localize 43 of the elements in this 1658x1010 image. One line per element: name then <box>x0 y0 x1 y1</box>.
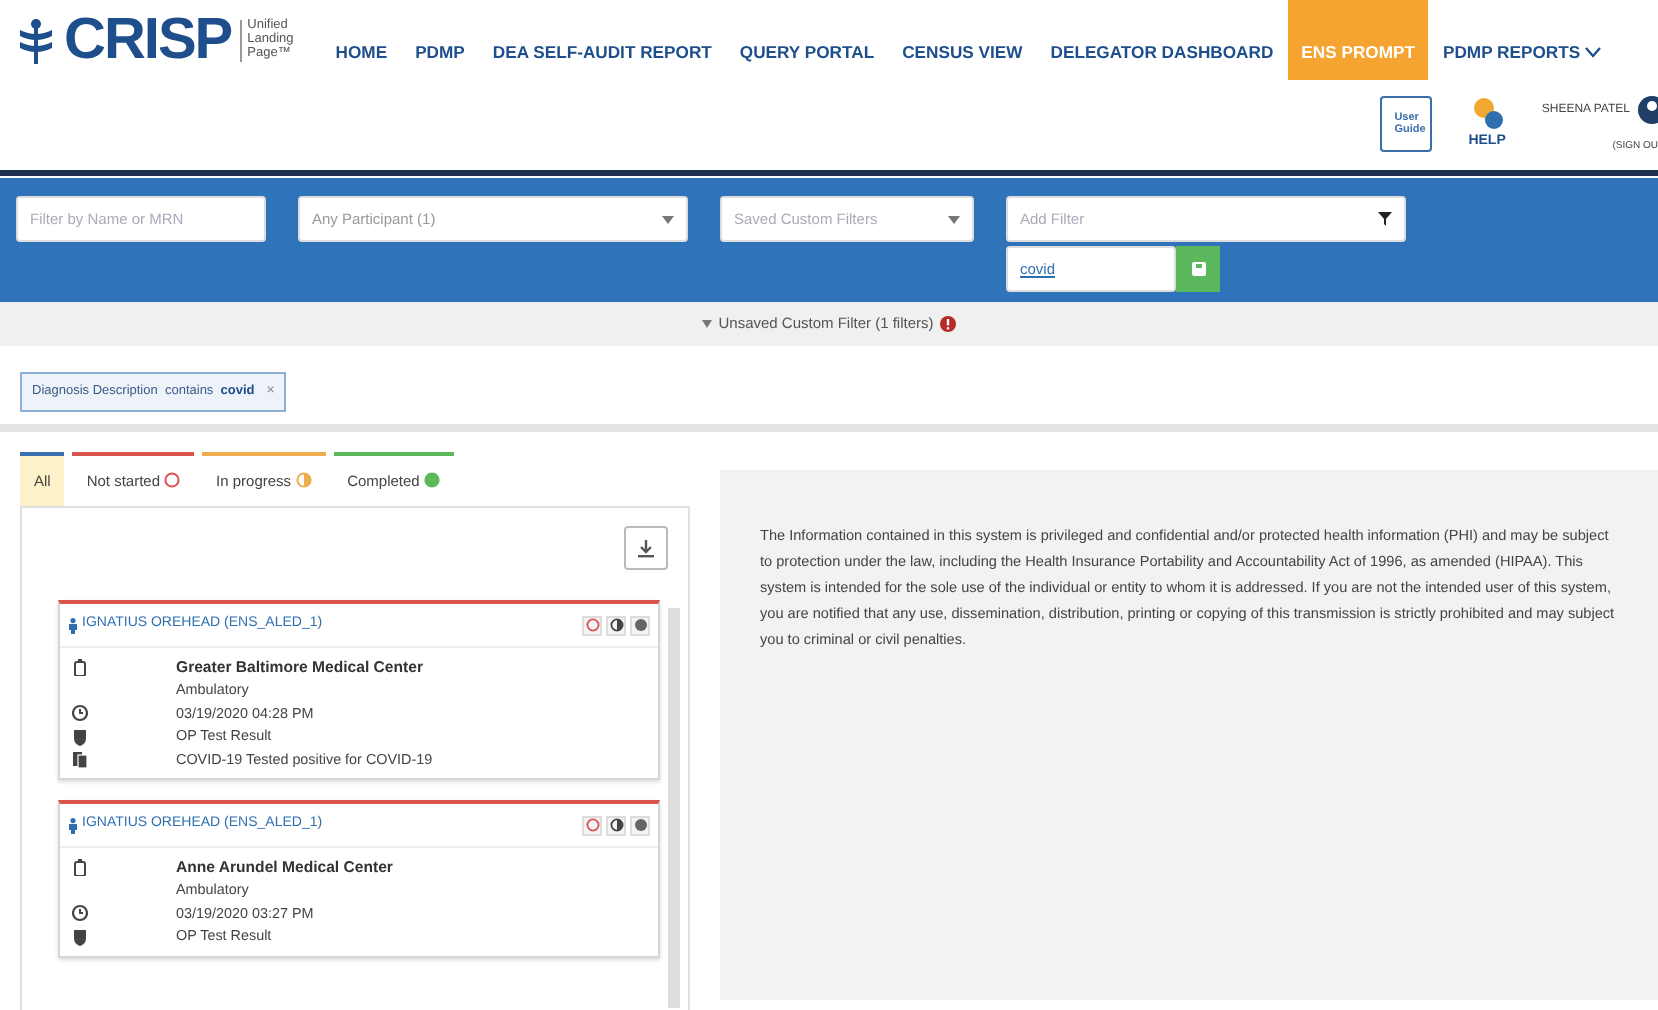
caduceus-icon <box>16 17 56 65</box>
filter-icon <box>1378 212 1392 226</box>
shield-icon <box>72 927 88 946</box>
circle-icon <box>609 818 623 832</box>
not-started-button[interactable] <box>582 815 602 835</box>
person-icon <box>68 617 78 633</box>
building-icon <box>72 858 88 877</box>
clock-icon <box>72 904 88 923</box>
clock-icon <box>72 704 88 723</box>
nav-link[interactable]: QUERY PORTAL <box>725 0 889 80</box>
status-icon <box>164 472 181 488</box>
shield-icon <box>72 727 88 746</box>
in-progress-button[interactable] <box>606 615 626 635</box>
caret-down-icon <box>662 215 674 223</box>
circle-icon <box>633 818 647 832</box>
logo-text: CRISP <box>64 12 232 70</box>
not-started-button[interactable] <box>582 615 602 635</box>
circle-icon <box>585 818 599 832</box>
download-icon <box>638 539 654 558</box>
help-icon <box>1471 96 1504 132</box>
circle-icon <box>633 618 647 632</box>
completed-button[interactable] <box>630 815 650 835</box>
scrollbar[interactable] <box>668 608 680 1009</box>
completed-button[interactable] <box>630 615 650 635</box>
nav-link[interactable]: DELEGATOR DASHBOARD <box>1036 0 1288 80</box>
person-icon <box>68 817 78 833</box>
caret-down-icon <box>948 215 960 223</box>
alert-icon <box>939 316 956 332</box>
nav-link[interactable]: PDMP <box>401 0 479 80</box>
status-icon <box>295 472 312 488</box>
in-progress-button[interactable] <box>606 815 626 835</box>
building-icon <box>72 658 88 677</box>
circle-icon <box>609 618 623 632</box>
nav-link[interactable]: PDMP REPORTS <box>1428 0 1617 80</box>
download-button[interactable] <box>624 526 668 571</box>
caret-down-icon <box>702 320 713 328</box>
nav-link[interactable]: HOME <box>321 0 402 80</box>
documents-icon <box>72 750 88 769</box>
avatar-icon <box>1638 96 1658 124</box>
circle-icon <box>585 618 599 632</box>
nav-link[interactable]: DEA SELF-AUDIT REPORT <box>478 0 726 80</box>
nav-link[interactable]: CENSUS VIEW <box>888 0 1037 80</box>
status-icon <box>423 472 440 488</box>
